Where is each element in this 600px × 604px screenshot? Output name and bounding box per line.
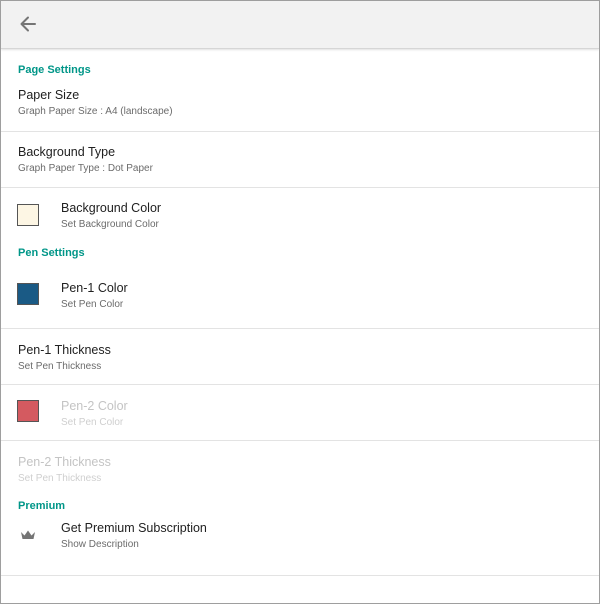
pen2-thickness-title: Pen-2 Thickness — [18, 455, 111, 469]
premium-subscription-title: Get Premium Subscription — [61, 521, 207, 535]
pen1-thickness-item[interactable]: Pen-1 Thickness Set Pen Thickness — [1, 329, 599, 385]
pen1-color-title: Pen-1 Color — [61, 281, 128, 295]
crown-icon — [20, 528, 36, 546]
background-color-item[interactable]: Background Color Set Background Color — [1, 188, 599, 246]
premium-subscription-item[interactable]: Get Premium Subscription Show Descriptio… — [1, 517, 599, 576]
pen2-color-title: Pen-2 Color — [61, 399, 128, 413]
section-header-page-settings: Page Settings — [18, 64, 91, 76]
background-type-title: Background Type — [18, 145, 116, 159]
pen1-color-swatch — [17, 283, 39, 305]
pen2-color-summary: Set Pen Color — [61, 417, 124, 428]
section-header-pen-settings: Pen Settings — [18, 247, 85, 259]
pen1-thickness-summary: Set Pen Thickness — [18, 361, 102, 372]
pen2-thickness-item: Pen-2 Thickness Set Pen Thickness — [1, 441, 599, 499]
paper-size-item[interactable]: Paper Size Graph Paper Size : A4 (landsc… — [1, 77, 599, 132]
arrow-back-icon — [20, 16, 36, 32]
pen1-color-item[interactable]: Pen-1 Color Set Pen Color — [1, 266, 599, 329]
pen1-color-summary: Set Pen Color — [61, 299, 124, 310]
settings-screen: Page Settings Paper Size Graph Paper Siz… — [0, 0, 600, 604]
pen2-thickness-summary: Set Pen Thickness — [18, 473, 102, 484]
background-color-swatch — [17, 204, 39, 226]
background-color-title: Background Color — [61, 201, 162, 215]
pen2-color-swatch — [17, 400, 39, 422]
background-type-item[interactable]: Background Type Graph Paper Type : Dot P… — [1, 132, 599, 188]
toolbar — [1, 1, 599, 49]
section-header-premium: Premium — [18, 500, 66, 512]
back-button[interactable] — [15, 11, 41, 37]
paper-size-summary: Graph Paper Size : A4 (landscape) — [18, 106, 173, 117]
pen2-color-item: Pen-2 Color Set Pen Color — [1, 385, 599, 441]
background-color-summary: Set Background Color — [61, 219, 159, 230]
paper-size-title: Paper Size — [18, 88, 80, 102]
background-type-summary: Graph Paper Type : Dot Paper — [18, 163, 153, 174]
pen1-thickness-title: Pen-1 Thickness — [18, 343, 111, 357]
premium-subscription-summary: Show Description — [61, 539, 139, 550]
